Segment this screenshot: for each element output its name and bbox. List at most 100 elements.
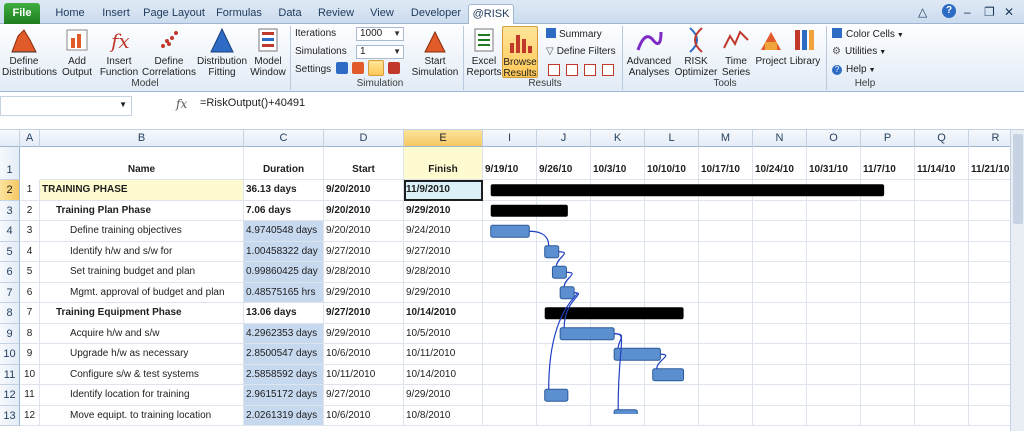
tab-risk[interactable]: @RISK <box>468 4 514 24</box>
library-button[interactable]: Library <box>788 26 822 67</box>
task-name-cell[interactable]: TRAINING PHASE <box>40 180 244 201</box>
demo-mode-icon[interactable] <box>368 60 384 76</box>
tab-review[interactable]: Review <box>314 4 358 24</box>
finish-cell[interactable]: 10/14/2010 <box>404 364 483 385</box>
task-name-cell[interactable]: Training Plan Phase <box>40 200 244 221</box>
scrollbar-thumb[interactable] <box>1013 134 1023 224</box>
start-cell[interactable]: 9/29/2010 <box>324 323 404 344</box>
duration-cell[interactable]: 2.9615172 days <box>244 385 324 406</box>
select-all-corner[interactable] <box>0 130 20 147</box>
formula-input[interactable]: =RiskOutput()+40491 <box>200 97 305 109</box>
start-cell[interactable]: 9/20/2010 <box>324 221 404 242</box>
column-header-e[interactable]: E <box>404 130 483 147</box>
row-header[interactable]: 8 <box>0 303 20 324</box>
duration-cell[interactable]: 0.99860425 day <box>244 262 324 283</box>
sim-settings-icon[interactable] <box>336 62 348 74</box>
browse-results-button[interactable]: Browse Results <box>502 26 538 79</box>
define-distributions-button[interactable]: Define Distributions <box>2 26 57 78</box>
finish-cell[interactable]: 9/27/2010 <box>404 241 483 262</box>
finish-cell[interactable]: 11/9/2010 <box>404 180 483 201</box>
window-restore-icon[interactable]: ❐ <box>984 5 995 19</box>
task-bar[interactable] <box>544 245 560 259</box>
row-header[interactable]: 5 <box>0 241 20 262</box>
task-name-cell[interactable]: Training Equipment Phase <box>40 303 244 324</box>
task-name-cell[interactable]: Upgrade h/w as necessary <box>40 344 244 365</box>
report-icon[interactable] <box>548 64 560 76</box>
row-header[interactable]: 11 <box>0 364 20 385</box>
summary-bar[interactable] <box>490 204 568 217</box>
summary-bar[interactable] <box>490 184 885 197</box>
task-id-cell[interactable]: 6 <box>20 282 40 303</box>
color-cells-button[interactable]: Color Cells ▼ <box>832 28 904 42</box>
help-button[interactable]: ? Help ▼ <box>832 64 876 77</box>
finish-cell[interactable]: 9/29/2010 <box>404 385 483 406</box>
task-bar[interactable] <box>652 368 685 382</box>
column-header-c[interactable]: C <box>244 130 324 147</box>
task-name-cell[interactable]: Move equipt. to training location <box>40 405 244 426</box>
tab-developer[interactable]: Developer <box>408 4 464 24</box>
start-cell[interactable]: 10/11/2010 <box>324 364 404 385</box>
window-minimize-icon[interactable]: – <box>964 5 971 19</box>
task-name-cell[interactable]: Mgmt. approval of budget and plan <box>40 282 244 303</box>
row-header[interactable]: 10 <box>0 344 20 365</box>
row-header[interactable]: 9 <box>0 323 20 344</box>
start-cell[interactable]: 9/20/2010 <box>324 200 404 221</box>
define-filters-button[interactable]: ▽ Define Filters <box>546 46 616 58</box>
start-cell[interactable]: 9/27/2010 <box>324 303 404 324</box>
model-window-button[interactable]: Model Window <box>248 26 288 78</box>
start-cell[interactable]: 9/28/2010 <box>324 262 404 283</box>
risk-optimizer-button[interactable]: RISK Optimizer <box>672 26 720 78</box>
task-name-cell[interactable]: Define training objectives <box>40 221 244 242</box>
task-id-cell[interactable]: 2 <box>20 200 40 221</box>
start-cell[interactable]: 9/27/2010 <box>324 385 404 406</box>
tab-page-layout[interactable]: Page Layout <box>142 4 206 24</box>
task-id-cell[interactable]: 3 <box>20 221 40 242</box>
start-cell[interactable]: 10/6/2010 <box>324 344 404 365</box>
tab-insert[interactable]: Insert <box>96 4 136 24</box>
tab-home[interactable]: Home <box>50 4 90 24</box>
tab-data[interactable]: Data <box>272 4 308 24</box>
report-icon[interactable] <box>584 64 596 76</box>
report-icon[interactable] <box>602 64 614 76</box>
row-header[interactable]: 12 <box>0 385 20 406</box>
task-id-cell[interactable]: 8 <box>20 323 40 344</box>
task-bar[interactable] <box>551 265 567 279</box>
row-header[interactable]: 3 <box>0 200 20 221</box>
finish-cell[interactable]: 9/24/2010 <box>404 221 483 242</box>
task-bar[interactable] <box>559 327 615 341</box>
duration-cell[interactable]: 1.00458322 day <box>244 241 324 262</box>
duration-cell[interactable]: 2.8500547 days <box>244 344 324 365</box>
ribbon-minimize-icon[interactable]: △ <box>918 5 927 19</box>
vertical-scrollbar[interactable] <box>1010 130 1024 431</box>
task-name-cell[interactable]: Configure s/w & test systems <box>40 364 244 385</box>
column-header-b[interactable]: B <box>40 130 244 147</box>
row-header[interactable]: 1 <box>0 147 20 180</box>
task-id-cell[interactable]: 11 <box>20 385 40 406</box>
task-id-cell[interactable]: 4 <box>20 241 40 262</box>
row-header[interactable]: 4 <box>0 221 20 242</box>
tab-view[interactable]: View <box>364 4 400 24</box>
task-bar[interactable] <box>490 224 530 238</box>
duration-cell[interactable]: 13.06 days <box>244 303 324 324</box>
duration-cell[interactable]: 2.0261319 days <box>244 405 324 426</box>
task-id-cell[interactable]: 9 <box>20 344 40 365</box>
finish-cell[interactable]: 10/11/2010 <box>404 344 483 365</box>
worksheet-grid[interactable]: A B C D E I J K L M N O P Q R 1 Name Duration Start Finish 9… <box>0 130 1010 431</box>
start-cell[interactable]: 9/27/2010 <box>324 241 404 262</box>
add-output-button[interactable]: Add Output <box>60 26 94 78</box>
excel-reports-button[interactable]: Excel Reports <box>466 26 502 78</box>
task-bar[interactable] <box>559 286 575 300</box>
tab-file[interactable]: File <box>4 3 40 24</box>
row-header[interactable]: 2 <box>0 180 20 201</box>
time-series-button[interactable]: Time Series <box>720 26 752 78</box>
duration-cell[interactable]: 0.48575165 hrs <box>244 282 324 303</box>
random-settings-icon[interactable] <box>352 62 364 74</box>
insert-function-button[interactable]: fx Insert Function <box>96 26 142 78</box>
row-header[interactable]: 6 <box>0 262 20 283</box>
start-simulation-button[interactable]: Start Simulation <box>410 26 460 78</box>
distribution-fitting-button[interactable]: Distribution Fitting <box>196 26 248 78</box>
start-cell[interactable]: 9/29/2010 <box>324 282 404 303</box>
insert-function-icon[interactable]: fx <box>176 97 187 111</box>
start-cell[interactable]: 10/6/2010 <box>324 405 404 426</box>
update-display-icon[interactable] <box>388 62 400 74</box>
